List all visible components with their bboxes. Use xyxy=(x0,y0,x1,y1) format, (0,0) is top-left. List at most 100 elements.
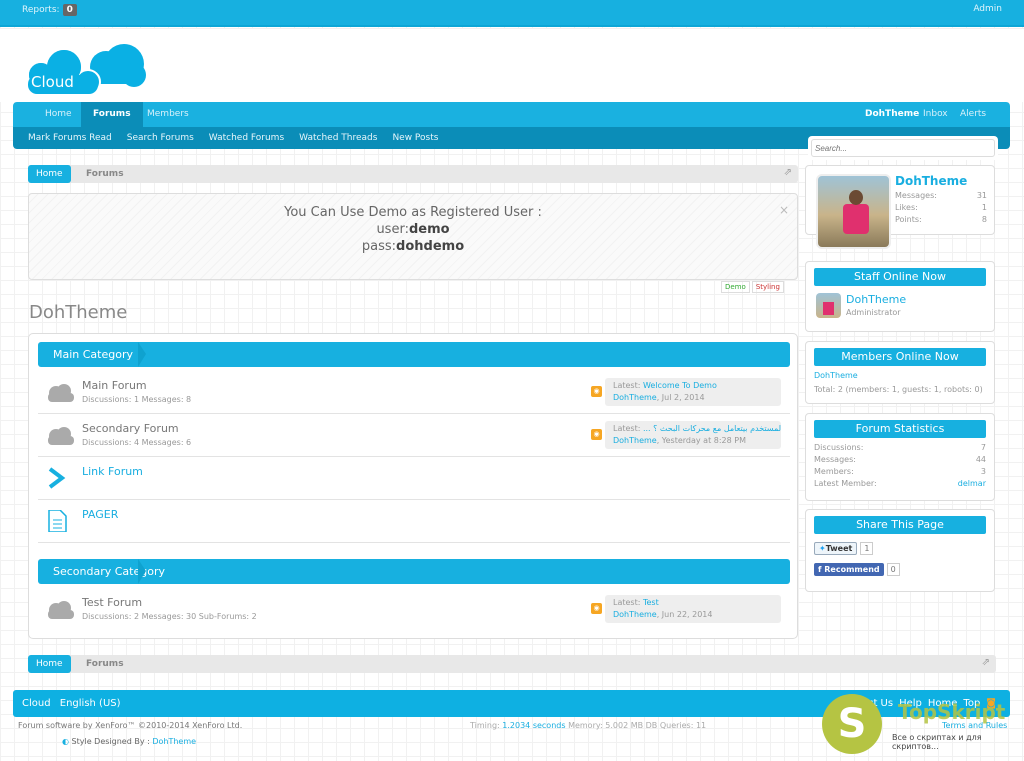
notice: You Can Use Demo as Registered User : us… xyxy=(28,193,798,280)
notice-text: You Can Use Demo as Registered User : xyxy=(284,205,542,220)
external-link-icon[interactable]: ⇗ xyxy=(784,167,792,178)
latest-label: Latest: xyxy=(613,598,641,607)
stat-value: 8 xyxy=(981,215,987,224)
panel-heading: Members Online Now xyxy=(814,348,986,366)
designer-credit: ◐ Style Designed By : DohTheme xyxy=(62,737,196,746)
memory-info: Memory: 5.002 MB DB Queries: 11 xyxy=(568,721,707,730)
latest-date: , Yesterday at 8:28 PM xyxy=(656,436,746,445)
facebook-recommend-button[interactable]: f Recommend xyxy=(814,563,884,576)
latest-date: , Jul 2, 2014 xyxy=(656,393,705,402)
staff-avatar[interactable] xyxy=(816,293,841,318)
tweet-label: Tweet xyxy=(825,544,853,553)
external-link-icon[interactable]: ⇗ xyxy=(982,657,990,668)
forum-cloud-icon xyxy=(48,384,74,402)
top-bar: Reports: 0 Admin xyxy=(0,0,1024,27)
search-forums-link[interactable]: Search Forums xyxy=(127,133,194,143)
reports-link[interactable]: Reports: 0 xyxy=(22,4,77,16)
breadcrumb-home[interactable]: Home xyxy=(28,165,71,183)
alerts-link[interactable]: Alerts xyxy=(948,102,998,127)
share-panel: Share This Page ✦Tweet 1 f Recommend 0 xyxy=(805,509,995,592)
members-online-panel: Members Online Now DohTheme Total: 2 (me… xyxy=(805,341,995,404)
cloud-logo[interactable]: Cloud xyxy=(26,37,146,97)
stat-value: 1 xyxy=(981,203,987,212)
timing-link[interactable]: 1.2034 seconds xyxy=(502,721,565,730)
new-posts-link[interactable]: New Posts xyxy=(392,133,438,143)
recommend-label: Recommend xyxy=(824,565,880,574)
stat-label: Latest Member: xyxy=(814,479,877,488)
tag-demo[interactable]: Demo xyxy=(721,281,750,293)
latest-user-link[interactable]: DohTheme xyxy=(613,436,657,445)
footer-language-link[interactable]: English (US) xyxy=(60,698,121,709)
node-title[interactable]: Main Forum xyxy=(82,379,147,392)
latest-thread-link[interactable]: ازاي المستخدم بيتعامل مع محركات البحث ؟ … xyxy=(643,424,781,433)
rss-icon[interactable]: ◉ xyxy=(591,386,602,397)
latest-thread-link[interactable]: Test xyxy=(643,598,659,607)
latest-thread-link[interactable]: Welcome To Demo xyxy=(643,381,717,390)
stat-value: 31 xyxy=(976,191,987,200)
visitor-name[interactable]: DohTheme xyxy=(895,174,967,188)
node-main-forum: Main Forum Discussions: 1 Messages: 8 ◉ … xyxy=(38,371,790,414)
staff-name[interactable]: DohTheme xyxy=(846,293,906,306)
latest-label: Latest: xyxy=(613,381,641,390)
stat-label: Messages: xyxy=(814,455,856,464)
svg-text:Cloud: Cloud xyxy=(31,73,74,91)
header: Cloud xyxy=(0,29,1024,102)
forum-cloud-icon xyxy=(48,601,74,619)
latest-date: , Jun 22, 2014 xyxy=(656,610,713,619)
tab-home[interactable]: Home xyxy=(33,102,84,127)
close-icon[interactable]: × xyxy=(779,202,789,219)
breadcrumb-bottom: Home Forums ⇗ xyxy=(28,655,996,673)
watched-forums-link[interactable]: Watched Forums xyxy=(209,133,284,143)
recommend-count: 0 xyxy=(886,563,900,576)
node-title[interactable]: Link Forum xyxy=(82,465,143,478)
debug-info: Timing: 1.2034 seconds Memory: 5.002 MB … xyxy=(470,721,706,730)
watched-threads-link[interactable]: Watched Threads xyxy=(299,133,377,143)
breadcrumb-forums[interactable]: Forums xyxy=(86,655,124,673)
page-title: DohTheme xyxy=(29,302,128,323)
tab-forums[interactable]: Forums xyxy=(81,102,143,127)
pass-value: dohdemo xyxy=(396,239,465,254)
tab-members[interactable]: Members xyxy=(135,102,201,127)
tag-styling[interactable]: Styling xyxy=(751,281,784,293)
tweet-count: 1 xyxy=(860,542,874,555)
visitor-stats: Messages: 31 Likes: 1 Points: 8 xyxy=(887,190,995,226)
breadcrumb-forums[interactable]: Forums xyxy=(86,165,124,183)
latest-user-link[interactable]: DohTheme xyxy=(613,610,657,619)
rss-icon[interactable]: ◉ xyxy=(591,429,602,440)
designer-link[interactable]: DohTheme xyxy=(152,737,196,746)
latest-member-link[interactable]: delmar xyxy=(958,478,986,490)
breadcrumb: Home Forums ⇗ xyxy=(28,165,798,183)
avatar[interactable] xyxy=(816,174,891,249)
latest-user-link[interactable]: DohTheme xyxy=(613,393,657,402)
node-title[interactable]: PAGER xyxy=(82,508,118,521)
panel-heading: Share This Page xyxy=(814,516,986,534)
search-input[interactable] xyxy=(811,139,995,157)
staff-role: Administrator xyxy=(846,308,901,317)
node-link-forum: Link Forum xyxy=(38,457,790,500)
copyright[interactable]: Forum software by XenForo™ ©2010-2014 Xe… xyxy=(18,721,242,730)
online-total: Total: 2 (members: 1, guests: 1, robots:… xyxy=(814,385,983,394)
stat-label: Messages: xyxy=(895,191,937,200)
node-title[interactable]: Secondary Forum xyxy=(82,422,179,435)
node-title[interactable]: Test Forum xyxy=(82,596,142,609)
member-link[interactable]: DohTheme xyxy=(814,370,858,382)
rss-icon[interactable]: ◉ xyxy=(591,603,602,614)
user-value: demo xyxy=(408,222,450,237)
category-header[interactable]: Main Category xyxy=(38,342,790,367)
node-secondary-forum: Secondary Forum Discussions: 4 Messages:… xyxy=(38,414,790,457)
latest-label: Latest: xyxy=(613,424,641,433)
tweet-button[interactable]: ✦Tweet xyxy=(814,542,858,555)
watermark-subtitle: Все о скриптах и для скриптов... xyxy=(892,733,982,751)
forum-cloud-icon xyxy=(48,427,74,445)
panel-heading: Staff Online Now xyxy=(814,268,986,286)
designed-by-label: Style Designed By : xyxy=(71,737,150,746)
stat-label: Points: xyxy=(895,215,922,224)
admin-link[interactable]: Admin xyxy=(973,4,1002,14)
category-header[interactable]: Secondary Category xyxy=(38,559,790,584)
node-stats: Discussions: 1 Messages: 8 xyxy=(82,395,192,404)
user-label: user: xyxy=(376,222,409,237)
footer-style-link[interactable]: Cloud xyxy=(22,698,51,709)
stat-value: 44 xyxy=(975,455,986,464)
mark-forums-read-link[interactable]: Mark Forums Read xyxy=(28,133,112,143)
breadcrumb-home[interactable]: Home xyxy=(28,655,71,673)
